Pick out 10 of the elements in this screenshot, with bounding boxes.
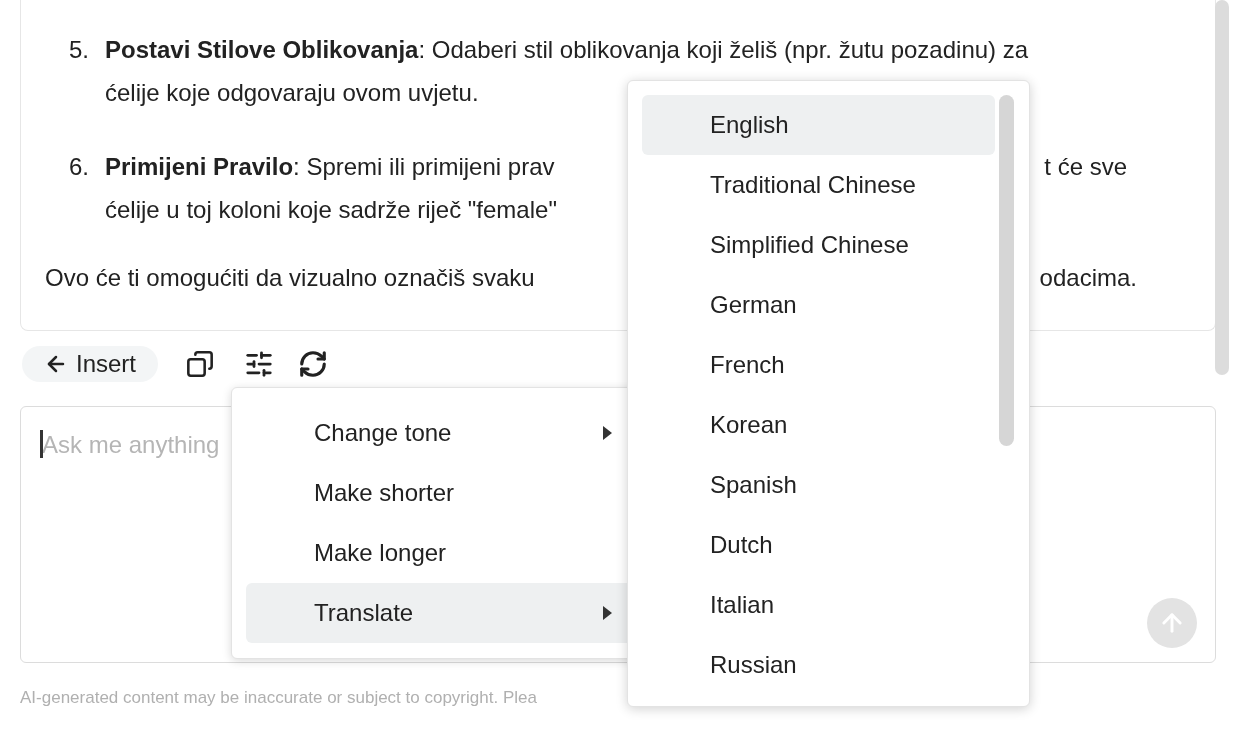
step-number: 6. — [69, 151, 89, 182]
answer-text: Ovo će ti omogućiti da vizualno označiš svaku — [45, 262, 535, 293]
step-number: 5. — [69, 34, 89, 65]
answer-text: ćelije koje odgovaraju ovom uvjetu. — [105, 77, 479, 108]
disclaimer-text: AI-generated content may be inaccurate or subject to copyright. Plea — [20, 688, 537, 707]
answer-text: Postavi Stilove Oblikovanja: Odaberi stil oblikovanja koji želiš (npr. žutu pozadinu) za — [105, 34, 1029, 65]
answer-text: odacima. — [1039, 262, 1137, 293]
answer-text: Primijeni Pravilo: Spremi ili primijeni prav — [105, 151, 555, 182]
answer-text: ćelije u toj koloni koje sadrže riječ "female" — [105, 194, 557, 225]
answer-text: t će sve — [1044, 151, 1127, 182]
